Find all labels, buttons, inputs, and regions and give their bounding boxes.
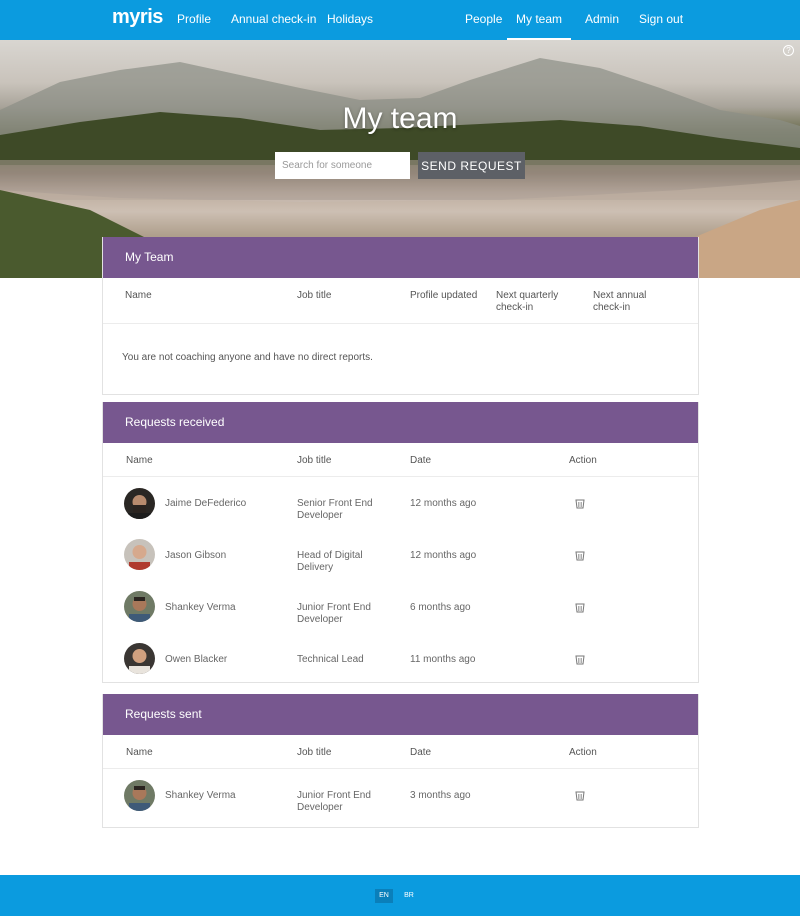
top-navbar: myris Profile Annual check-in Holidays P…: [0, 0, 800, 40]
trash-icon[interactable]: [575, 499, 585, 509]
avatar: [124, 591, 155, 622]
col-date: Date: [410, 747, 432, 758]
row-job-line1: Senior Front End: [297, 498, 373, 509]
row-name: Jason Gibson: [165, 550, 227, 561]
trash-icon[interactable]: [575, 603, 585, 613]
requests-received-columns: Name Job title Date Action: [103, 443, 698, 477]
col-job-title: Job title: [297, 747, 332, 758]
col-date: Date: [410, 455, 432, 466]
nav-profile[interactable]: Profile: [177, 0, 211, 40]
avatar: [124, 643, 155, 674]
col-job-title: Job title: [297, 455, 332, 466]
requests-received-header: Requests received: [103, 402, 698, 443]
language-en[interactable]: EN: [375, 889, 393, 903]
row-job-line1: Junior Front End: [297, 602, 371, 613]
col-profile-updated: Profile updated: [410, 290, 478, 301]
help-icon[interactable]: ?: [783, 45, 794, 56]
nav-holidays[interactable]: Holidays: [327, 0, 373, 40]
col-name: Name: [126, 455, 153, 466]
nav-people[interactable]: People: [465, 0, 502, 40]
language-br[interactable]: BR: [400, 889, 418, 903]
nav-my-team[interactable]: My team: [507, 0, 571, 40]
page-title: My team: [342, 102, 458, 135]
myris-logo[interactable]: myris: [112, 6, 163, 29]
my-team-card: My Team Name Job title Profile updated N…: [102, 237, 699, 395]
row-name: Shankey Verma: [165, 790, 236, 801]
row-job-line2: Developer: [297, 510, 343, 521]
row-date: 11 months ago: [410, 654, 476, 665]
table-row[interactable]: Shankey Verma Junior Front End Developer…: [103, 581, 698, 633]
avatar: [124, 539, 155, 570]
row-date: 12 months ago: [410, 498, 477, 509]
my-team-header: My Team: [103, 237, 698, 278]
row-date: 6 months ago: [410, 602, 471, 613]
nav-sign-out[interactable]: Sign out: [639, 0, 683, 40]
row-name: Shankey Verma: [165, 602, 236, 613]
trash-icon[interactable]: [575, 551, 585, 561]
row-job-line1: Technical Lead: [297, 654, 364, 665]
col-name: Name: [125, 290, 152, 301]
requests-sent-columns: Name Job title Date Action: [103, 735, 698, 769]
nav-admin[interactable]: Admin: [585, 0, 619, 40]
row-name: Jaime DeFederico: [165, 498, 247, 509]
col-name: Name: [126, 747, 153, 758]
avatar: [124, 780, 155, 811]
row-job-line2: Delivery: [297, 562, 334, 573]
footer: EN BR: [0, 875, 800, 916]
table-row[interactable]: Shankey Verma Junior Front End Developer…: [103, 769, 698, 827]
requests-sent-header: Requests sent: [103, 694, 698, 735]
row-job-line1: Head of Digital: [297, 550, 363, 561]
row-job-line2: Developer: [297, 614, 343, 625]
requests-received-card: Requests received Name Job title Date Ac…: [102, 402, 699, 683]
nav-annual-checkin[interactable]: Annual check-in: [231, 0, 316, 40]
trash-icon[interactable]: [575, 655, 585, 665]
row-job-line2: Developer: [297, 802, 343, 813]
col-action: Action: [569, 747, 597, 758]
row-date: 3 months ago: [410, 790, 471, 801]
col-action: Action: [569, 455, 597, 466]
table-row[interactable]: Jaime DeFederico Senior Front End Develo…: [103, 477, 698, 529]
table-row[interactable]: Owen Blacker Technical Lead 11 months ag…: [103, 633, 698, 682]
row-date: 12 months ago: [410, 550, 477, 561]
col-next-annual: Next annual check-in: [593, 290, 647, 313]
empty-team-message: You are not coaching anyone and have no …: [122, 352, 373, 363]
avatar: [124, 488, 155, 519]
row-name: Owen Blacker: [165, 654, 228, 665]
trash-icon[interactable]: [575, 791, 585, 801]
col-job-title: Job title: [297, 290, 332, 301]
my-team-columns: Name Job title Profile updated Next quar…: [103, 278, 698, 324]
table-row[interactable]: Jason Gibson Head of Digital Delivery 12…: [103, 529, 698, 581]
send-request-button[interactable]: SEND REQUEST: [418, 152, 525, 179]
search-input[interactable]: [275, 152, 410, 179]
col-next-quarterly: Next quarterly check-in: [496, 290, 559, 313]
row-job-line1: Junior Front End: [297, 790, 371, 801]
requests-sent-card: Requests sent Name Job title Date Action…: [102, 694, 699, 828]
